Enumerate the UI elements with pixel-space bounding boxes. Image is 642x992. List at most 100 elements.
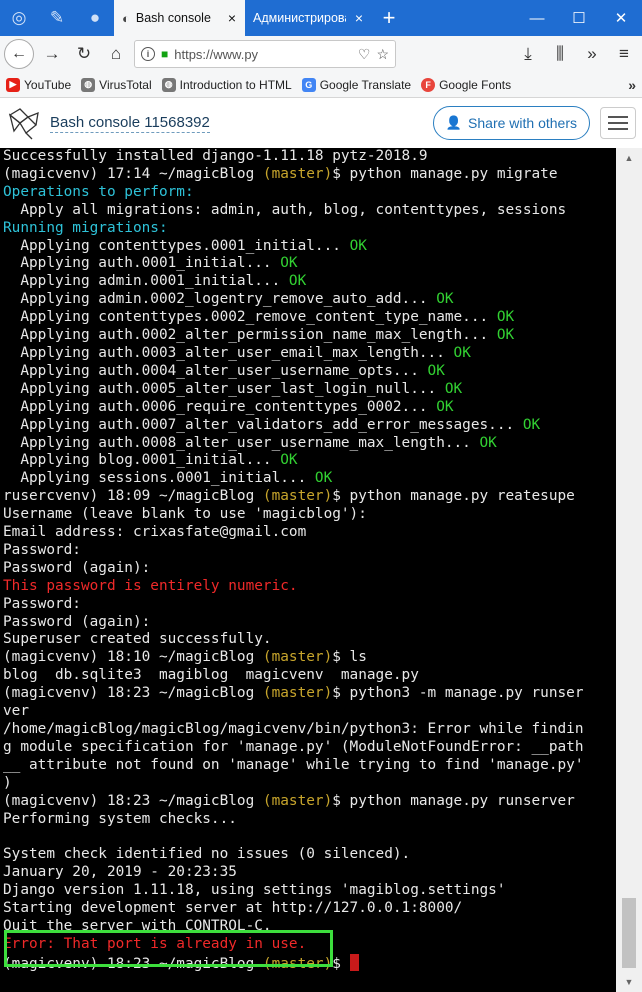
terminal-line: ver — [3, 703, 616, 721]
terminal-text: g module specification for 'manage.py' (… — [3, 738, 584, 755]
terminal-text: Email address: crixasfate@gmail.com — [3, 524, 307, 541]
terminal-line: Django version 1.11.18, using settings '… — [3, 882, 616, 900]
terminal-text: Applying admin.0002_logentry_remove_auto… — [3, 291, 437, 308]
terminal-text: OK — [280, 255, 298, 272]
terminal-scrollbar[interactable]: ▲ ▼ — [616, 148, 642, 992]
bookmark-google-fonts[interactable]: F Google Fonts — [421, 77, 511, 92]
github-icon: ● — [89, 8, 101, 27]
menu-button[interactable]: ≡ — [610, 40, 638, 68]
new-tab-button[interactable]: + — [372, 0, 406, 36]
back-button[interactable]: ← — [4, 39, 34, 69]
pythonanywhere-logo-icon[interactable] — [6, 105, 42, 141]
terminal-line: Applying contenttypes.0002_remove_conten… — [3, 309, 616, 327]
terminal-text: Password (again): — [3, 613, 151, 630]
terminal-text: Applying auth.0004_alter_user_username_o… — [3, 362, 428, 379]
terminal-text: Starting development server at http://12… — [3, 900, 463, 917]
download-button[interactable]: ⤓ — [514, 40, 542, 68]
terminal-text: (master) — [262, 955, 333, 972]
console-header: Bash console 11568392 👤 Share with other… — [0, 98, 642, 148]
terminal-text: OK — [522, 416, 541, 433]
terminal-text: /home/magicBlog/magicBlog/magicvenv/bin/… — [3, 721, 584, 737]
terminal-text: OK — [436, 291, 454, 308]
terminal-output[interactable]: Successfully installed django-1.11.18 py… — [0, 148, 616, 992]
console-title[interactable]: Bash console 11568392 — [50, 114, 210, 133]
bookmark-google-translate[interactable]: G Google Translate — [301, 77, 411, 92]
terminal-line: January 20, 2019 - 20:23:35 — [3, 864, 616, 882]
youtube-icon: ▶ — [6, 77, 20, 92]
terminal-text: Applying blog.0001_initial... — [3, 452, 281, 469]
terminal-line: Applying contenttypes.0001_initial... OK — [3, 238, 616, 256]
translate-icon: G — [301, 77, 316, 92]
terminal-text: Running migrations: — [3, 219, 168, 236]
terminal-line: Applying auth.0004_alter_user_username_o… — [3, 363, 616, 381]
minimize-button[interactable]: — — [516, 0, 558, 36]
share-label: Share with others — [468, 115, 577, 131]
pinned-tab-1[interactable]: ◎ — [0, 0, 38, 36]
tab-close-icon[interactable]: × — [352, 10, 366, 26]
terminal-text: Applying auth.0007_alter_validators_add_… — [3, 416, 523, 433]
tab-close-icon[interactable]: × — [225, 10, 239, 26]
scroll-down-icon[interactable]: ▼ — [616, 972, 642, 992]
terminal-text: OK — [453, 344, 471, 361]
scroll-thumb[interactable] — [622, 898, 636, 968]
terminal-text: blog db.sqlite3 magiblog magicvenv manag… — [3, 667, 419, 684]
terminal-text: (master) — [262, 488, 333, 505]
user-plus-icon: 👤 — [445, 115, 463, 130]
terminal-line: Password: — [3, 596, 616, 614]
hamburger-menu-button[interactable] — [600, 107, 636, 139]
terminal-text: Applying auth.0002_alter_permission_name… — [3, 327, 497, 344]
overflow-button[interactable]: » — [578, 40, 606, 68]
pocket-icon[interactable]: ♡ — [358, 46, 371, 63]
terminal-text: $ python manage.py migrate — [332, 165, 558, 182]
forward-button[interactable]: → — [38, 40, 66, 68]
close-window-button[interactable]: ✕ — [600, 0, 642, 36]
terminal-text: OK — [314, 470, 333, 487]
globe-icon: ◍ — [81, 77, 96, 92]
terminal-text: Apply all migrations: admin, auth, blog,… — [3, 201, 567, 218]
star-icon[interactable]: ☆ — [376, 46, 389, 63]
terminal-text: Applying auth.0006_require_contenttypes_… — [3, 398, 437, 415]
terminal-text: OK — [436, 398, 454, 415]
address-input[interactable]: https://www.py — [174, 47, 352, 62]
terminal-line: Applying auth.0003_alter_user_email_max_… — [3, 345, 616, 363]
scroll-up-icon[interactable]: ▲ — [616, 148, 642, 168]
terminal-text: Password: — [3, 541, 81, 558]
maximize-button[interactable]: ☐ — [558, 0, 600, 36]
terminal-line: Applying auth.0002_alter_permission_name… — [3, 327, 616, 345]
terminal-line: System check identified no issues (0 sil… — [3, 846, 616, 864]
bookmark-virustotal[interactable]: ◍ VirusTotal — [81, 77, 152, 92]
terminal-text: Applying auth.0008_alter_user_username_m… — [3, 434, 480, 451]
pinned-tab-3[interactable]: ● — [76, 0, 114, 36]
info-icon[interactable]: i — [141, 47, 155, 61]
terminal-text: (master) — [262, 649, 333, 666]
terminal-line: Applying auth.0006_require_contenttypes_… — [3, 399, 616, 417]
terminal-text: Password: — [3, 595, 81, 612]
terminal-text: ) — [3, 774, 12, 791]
home-button[interactable]: ⌂ — [102, 40, 130, 68]
globe-icon: ◍ — [161, 77, 176, 92]
terminal-line: Applying auth.0005_alter_user_last_login… — [3, 381, 616, 399]
terminal-text: (master) — [262, 165, 333, 182]
pinned-tab-2[interactable]: ✎ — [38, 0, 76, 36]
terminal-line: Superuser created successfully. — [3, 631, 616, 649]
terminal-line: blog db.sqlite3 magiblog magicvenv manag… — [3, 667, 616, 685]
download-icon: ⤓ — [524, 44, 532, 63]
terminal-text: OK — [427, 362, 445, 379]
bookmarks-overflow-button[interactable]: » — [628, 77, 636, 93]
tab-admin[interactable]: Администрировани × — [245, 0, 372, 36]
reload-button[interactable]: ↻ — [70, 40, 98, 68]
terminal-cursor — [349, 953, 359, 971]
terminal-line: Applying blog.0001_initial... OK — [3, 452, 616, 470]
address-bar[interactable]: i ■ https://www.py ♡ ☆ — [134, 40, 396, 68]
terminal-text: $ python manage.py runserver — [332, 792, 575, 809]
share-button[interactable]: 👤 Share with others — [432, 106, 590, 140]
terminal-text: Superuser created successfully. — [3, 631, 272, 648]
library-button[interactable]: ⫼ — [546, 40, 574, 68]
bookmark-youtube[interactable]: ▶ YouTube — [6, 77, 71, 92]
terminal-text: (magicvenv) 18:23 ~/magicBlog — [3, 955, 263, 972]
bookmark-intro-html[interactable]: ◍ Introduction to HTML — [161, 77, 292, 92]
terminal-text: rusercvenv) 18:09 ~/magicBlog — [3, 488, 263, 505]
firefox-icon: ◎ — [11, 8, 27, 27]
tab-bash-console[interactable]: ◐ Bash console × — [114, 0, 245, 36]
